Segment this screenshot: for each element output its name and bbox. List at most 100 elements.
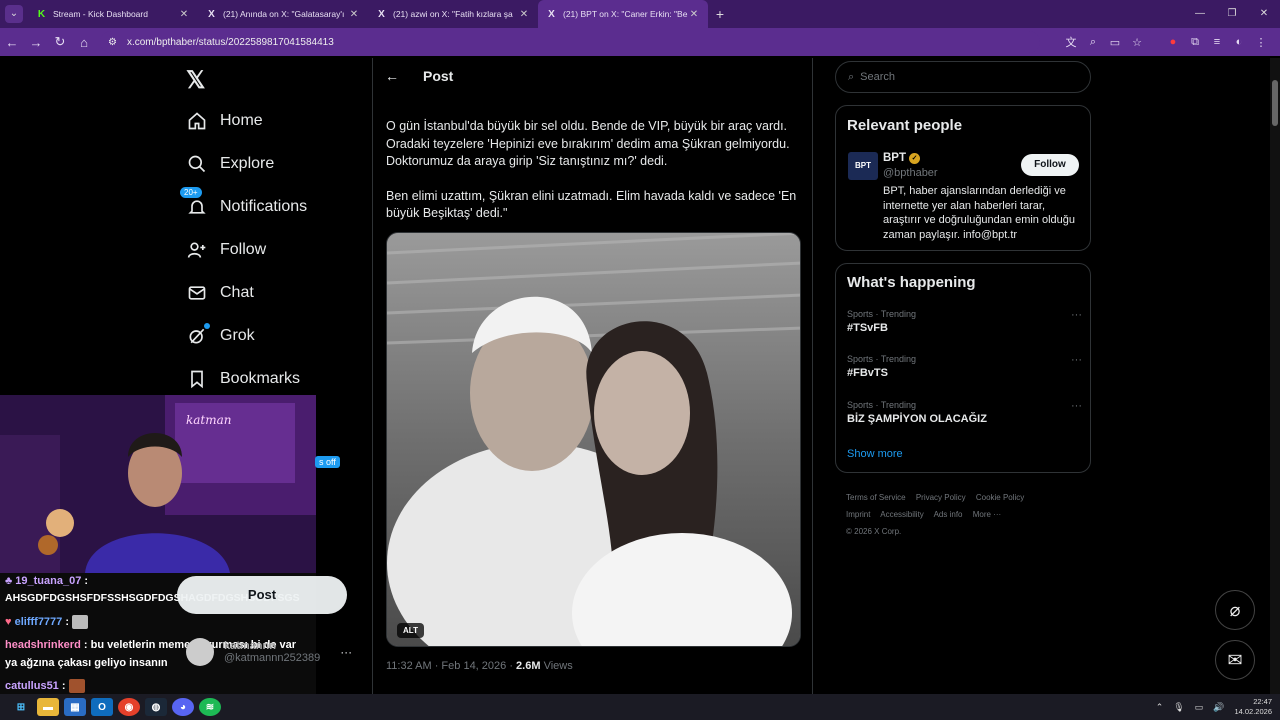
grok-fab-button[interactable]: ⌀	[1215, 590, 1255, 630]
more-options-icon[interactable]: ···	[1071, 400, 1082, 412]
network-icon[interactable]: ▭	[1195, 702, 1204, 713]
show-more-link[interactable]: Show more	[847, 448, 903, 460]
footer-link[interactable]: Terms of Service	[846, 493, 906, 502]
bell-icon: 20+	[180, 187, 208, 218]
footer-link[interactable]: Accessibility	[880, 510, 924, 519]
nav-home[interactable]: Home	[186, 110, 263, 132]
chat-user-icon: ♣	[5, 575, 13, 587]
trend-item[interactable]: Sports · Trending #FBvTS ···	[847, 354, 1082, 379]
person-name[interactable]: BPT ✓	[883, 152, 920, 164]
footer-link[interactable]: Imprint	[846, 510, 870, 519]
tab-search-button[interactable]: ⌄	[0, 0, 28, 28]
search-input[interactable]: ⌕ Search	[835, 61, 1091, 93]
install-icon[interactable]: ▭	[1104, 36, 1126, 49]
site-info-icon[interactable]: ⚙	[108, 37, 117, 48]
chrome-icon[interactable]: ◉	[118, 698, 140, 716]
more-options-icon[interactable]: ···	[1071, 309, 1082, 321]
windows-taskbar: ⊞ ▬ ▦ O ◉ ◍ ◕ ≋ ⌃ 🎙 ▭ 🔊 22:47 14.02.2026	[0, 694, 1280, 720]
scrollbar[interactable]	[1270, 58, 1280, 694]
chat-username: elifff7777	[14, 615, 63, 628]
footer-link[interactable]: More ···	[973, 510, 1001, 519]
views-count: 2.6M	[516, 660, 541, 672]
nav-bookmarks[interactable]: Bookmarks	[186, 368, 300, 390]
calendar-icon[interactable]: ▦	[64, 698, 86, 716]
grok-dot	[204, 323, 210, 329]
offline-tag: s off	[315, 456, 340, 468]
back-arrow-icon[interactable]: ←	[0, 35, 24, 50]
close-tab-icon[interactable]: ✕	[348, 9, 360, 20]
relevant-people-card: Relevant people BPT BPT ✓ @bpthaber Follo…	[835, 105, 1091, 251]
close-tab-icon[interactable]: ✕	[688, 9, 700, 20]
more-options-icon[interactable]: ···	[1071, 354, 1082, 366]
trend-item[interactable]: Sports · Trending #TSvFB ···	[847, 309, 1082, 334]
translate-icon[interactable]: 文	[1060, 34, 1082, 50]
follow-button[interactable]: Follow	[1021, 154, 1079, 176]
nav-follow[interactable]: Follow	[186, 239, 266, 261]
microphone-icon[interactable]: 🎙	[1173, 702, 1184, 713]
x-logo-icon[interactable]: 𝕏	[186, 66, 205, 95]
person-handle[interactable]: @bpthaber	[883, 167, 938, 179]
media-controls-icon[interactable]: ≡	[1206, 36, 1228, 48]
avatar[interactable]: BPT	[848, 152, 878, 180]
post-photo-illustration	[387, 233, 800, 646]
spotify-icon[interactable]: ≋	[199, 698, 221, 716]
footer-link[interactable]: Privacy Policy	[916, 493, 966, 502]
discord-icon[interactable]: ◕	[172, 698, 194, 716]
browser-tab-active[interactable]: X (21) BPT on X: "Caner Erkin: "Be ✕	[538, 0, 708, 28]
clock[interactable]: 22:47 14.02.2026	[1234, 697, 1272, 717]
nav-grok[interactable]: Grok	[186, 323, 255, 347]
minimize-icon[interactable]: —	[1184, 0, 1216, 28]
chevron-up-icon[interactable]: ⌃	[1156, 702, 1164, 713]
trend-item[interactable]: Sports · Trending BİZ ŞAMPİYON OLACAĞIZ …	[847, 400, 1082, 425]
adblock-extension-icon[interactable]: ●	[1162, 36, 1184, 48]
reload-icon[interactable]: ↻	[48, 34, 72, 50]
system-tray: ⌃ 🎙 ▭ 🔊 22:47 14.02.2026	[1146, 694, 1272, 720]
more-menu-icon[interactable]: ⋮	[1250, 36, 1272, 49]
close-tab-icon[interactable]: ✕	[518, 9, 530, 20]
home-icon[interactable]: ⌂	[72, 35, 96, 50]
trend-category: Sports · Trending	[847, 354, 917, 364]
x-favicon-icon: X	[208, 8, 215, 20]
alt-text-badge[interactable]: ALT	[397, 623, 424, 638]
nav-notifications[interactable]: 20+ Notifications	[180, 187, 307, 218]
file-explorer-icon[interactable]: ▬	[37, 698, 59, 716]
mail-icon	[186, 282, 208, 304]
forward-arrow-icon[interactable]: →	[24, 35, 48, 50]
more-options-icon[interactable]: ···	[340, 645, 352, 659]
new-tab-button[interactable]: +	[708, 6, 732, 22]
bookmark-star-icon[interactable]: ☆	[1126, 36, 1148, 49]
messages-fab-button[interactable]: ✉	[1215, 640, 1255, 680]
webcam-overlay: katman	[0, 395, 316, 573]
back-arrow-icon[interactable]: ←	[385, 68, 399, 84]
footer-link[interactable]: Ads info	[934, 510, 963, 519]
post-image[interactable]: ALT	[386, 232, 801, 647]
tab-title: (21) Anında on X: "Galatasaray'ı	[223, 9, 345, 19]
person-bio: BPT, haber ajanslarından derlediği ve in…	[883, 185, 1076, 241]
zoom-icon[interactable]: ⌕	[1082, 36, 1104, 49]
post-button[interactable]: Post	[177, 576, 347, 614]
profile-avatar-icon[interactable]: ◐	[1228, 36, 1250, 48]
chat-username: catullus51	[5, 679, 59, 692]
volume-icon[interactable]: 🔊	[1213, 702, 1224, 713]
nav-chat[interactable]: Chat	[186, 282, 254, 304]
extensions-puzzle-icon[interactable]: ⧉	[1184, 36, 1206, 49]
browser-tab[interactable]: K Stream - Kick Dashboard ✕	[28, 0, 198, 28]
browser-tab[interactable]: X (21) azwi on X: "Fatih kızlara şa ✕	[368, 0, 538, 28]
clock-time: 22:47	[1253, 697, 1272, 706]
cat-emote-icon	[72, 615, 89, 629]
scrollbar-thumb[interactable]	[1272, 80, 1278, 126]
windows-start-icon[interactable]: ⊞	[10, 698, 32, 716]
maximize-icon[interactable]: ❐	[1216, 0, 1248, 28]
close-tab-icon[interactable]: ✕	[178, 9, 190, 20]
outlook-icon[interactable]: O	[91, 698, 113, 716]
address-bar[interactable]: ⚙ x.com/bpthaber/status/2022589817041584…	[100, 31, 1040, 53]
close-window-icon[interactable]: ✕	[1248, 0, 1280, 28]
account-switcher[interactable]: katmannn @katmannn252389 ···	[186, 638, 352, 666]
browser-tab[interactable]: X (21) Anında on X: "Galatasaray'ı ✕	[198, 0, 368, 28]
steam-icon[interactable]: ◍	[145, 698, 167, 716]
footer-link[interactable]: Cookie Policy	[976, 493, 1024, 502]
views-label: Views	[540, 660, 573, 672]
nav-explore[interactable]: Explore	[186, 153, 274, 175]
x-favicon-icon: X	[548, 8, 555, 20]
nav-home-label: Home	[220, 112, 263, 129]
